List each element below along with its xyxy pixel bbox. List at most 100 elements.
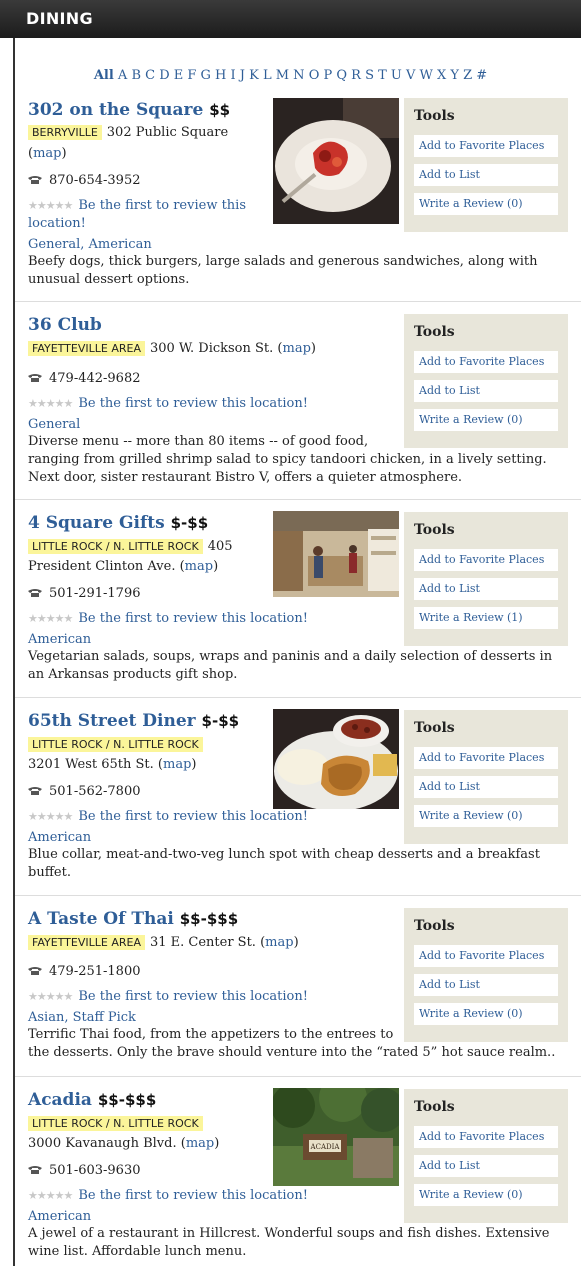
first-review-link[interactable]: Be the first to review this location! bbox=[78, 611, 308, 626]
phone-line: 870-654-3952 bbox=[28, 171, 141, 190]
tools-title: Tools bbox=[414, 108, 455, 124]
write-review-button[interactable]: Write a Review (0) bbox=[414, 1003, 558, 1025]
phone-number: 501-291-1796 bbox=[49, 586, 141, 601]
description-line: A jewel of a restaurant in Hillcrest. Wo… bbox=[28, 1226, 550, 1241]
address-text: 300 W. Dickson St. bbox=[149, 341, 274, 356]
listing-description: A jewel of a restaurant in Hillcrest. Wo… bbox=[28, 1225, 549, 1261]
address-text: 31 E. Center St. bbox=[149, 935, 256, 950]
rating-stars-icon: ★★★★★ bbox=[28, 990, 73, 1003]
tools-title: Tools bbox=[414, 324, 455, 340]
map-link[interactable]: map bbox=[186, 1136, 214, 1151]
category-links[interactable]: American bbox=[28, 632, 91, 647]
tools-title: Tools bbox=[414, 720, 455, 736]
map-link[interactable]: map bbox=[163, 757, 191, 772]
write-review-button[interactable]: Write a Review (1) bbox=[414, 607, 558, 629]
listing-name-link[interactable]: 36 Club bbox=[28, 315, 102, 335]
add-to-favorites-button[interactable]: Add to Favorite Places bbox=[414, 135, 558, 157]
write-review-button[interactable]: Write a Review (0) bbox=[414, 805, 558, 827]
add-to-favorites-button[interactable]: Add to Favorite Places bbox=[414, 1126, 558, 1148]
category-line: General, American bbox=[28, 235, 152, 254]
address-line: 3201 West 65th St. (map) bbox=[28, 757, 197, 772]
add-to-list-button[interactable]: Add to List bbox=[414, 1155, 558, 1177]
listing-title: 65th Street Diner $-$$ bbox=[28, 711, 239, 731]
phone-number: 870-654-3952 bbox=[49, 173, 141, 188]
category-links[interactable]: American bbox=[28, 1209, 91, 1224]
add-to-favorites-button[interactable]: Add to Favorite Places bbox=[414, 747, 558, 769]
category-links[interactable]: General bbox=[28, 417, 80, 432]
add-to-list-button[interactable]: Add to List bbox=[414, 380, 558, 402]
category-links[interactable]: General, American bbox=[28, 237, 152, 252]
price-range: $$-$$$ bbox=[97, 1091, 157, 1109]
listing-name-link[interactable]: 4 Square Gifts bbox=[28, 513, 165, 533]
add-to-list-button[interactable]: Add to List bbox=[414, 578, 558, 600]
add-to-list-button[interactable]: Add to List bbox=[414, 164, 558, 186]
category-line: General bbox=[28, 415, 80, 434]
map-link[interactable]: map bbox=[283, 341, 311, 356]
write-review-button[interactable]: Write a Review (0) bbox=[414, 409, 558, 431]
diner-plate-photo-image bbox=[273, 709, 399, 809]
phone-icon bbox=[28, 966, 42, 975]
location-line: BERRYVILLE 302 Public Square bbox=[28, 123, 228, 142]
description-line: Beefy dogs, thick burgers, large salads … bbox=[28, 254, 538, 269]
first-review-link[interactable]: Be the first to review this bbox=[78, 198, 246, 213]
alpha-letter-links[interactable]: A B C D E F G H I J K L M N O P Q R S T … bbox=[118, 68, 487, 83]
listing-name-link[interactable]: 302 on the Square bbox=[28, 100, 203, 120]
category-links[interactable]: American bbox=[28, 830, 91, 845]
section-header: DINING bbox=[0, 0, 581, 38]
add-to-favorites-button[interactable]: Add to Favorite Places bbox=[414, 945, 558, 967]
region-badge: LITTLE ROCK / N. LITTLE ROCK bbox=[28, 539, 203, 554]
phone-line: 479-251-1800 bbox=[28, 962, 141, 981]
rating-stars-icon: ★★★★★ bbox=[28, 397, 73, 410]
phone-icon bbox=[28, 786, 42, 795]
phone-icon bbox=[28, 373, 42, 382]
region-badge: LITTLE ROCK / N. LITTLE ROCK bbox=[28, 1116, 203, 1131]
listing-name-link[interactable]: 65th Street Diner bbox=[28, 711, 196, 731]
review-line: ★★★★★ Be the first to review this locatio… bbox=[28, 987, 308, 1006]
write-review-button[interactable]: Write a Review (0) bbox=[414, 1184, 558, 1206]
add-to-favorites-button[interactable]: Add to Favorite Places bbox=[414, 351, 558, 373]
map-link[interactable]: map bbox=[33, 146, 61, 161]
add-to-list-button[interactable]: Add to List bbox=[414, 776, 558, 798]
listing-acadia: Acadia $$-$$$ LITTLE ROCK / N. LITTLE RO… bbox=[15, 1077, 581, 1266]
listing-36-club: 36 Club FAYETTEVILLE AREA 300 W. Dickson … bbox=[15, 302, 581, 500]
review-line: ★★★★★ Be the first to review this locatio… bbox=[28, 807, 308, 826]
map-link[interactable]: map bbox=[185, 559, 213, 574]
listing-photo[interactable] bbox=[273, 709, 399, 809]
address-line: 3000 Kavanaugh Blvd. (map) bbox=[28, 1136, 220, 1151]
first-review-link[interactable]: Be the first to review this location! bbox=[78, 809, 308, 824]
first-review-link[interactable]: Be the first to review this location! bbox=[78, 989, 308, 1004]
listing-name-link[interactable]: A Taste Of Thai bbox=[28, 909, 174, 929]
phone-icon bbox=[28, 175, 42, 184]
add-to-favorites-button[interactable]: Add to Favorite Places bbox=[414, 549, 558, 571]
review-line: ★★★★★ Be the first to review this locatio… bbox=[28, 609, 308, 628]
add-to-list-button[interactable]: Add to List bbox=[414, 974, 558, 996]
first-review-link-cont[interactable]: location! bbox=[28, 216, 86, 231]
description-line: Next door, sister restaurant Bistro V, o… bbox=[28, 470, 463, 485]
listing-photo[interactable] bbox=[273, 98, 399, 224]
description-line: ranging from grilled shrimp salad to spi… bbox=[28, 452, 547, 467]
write-review-button[interactable]: Write a Review (0) bbox=[414, 193, 558, 215]
map-link[interactable]: map bbox=[265, 935, 293, 950]
tools-title: Tools bbox=[414, 918, 455, 934]
listing-title: 302 on the Square $$ bbox=[28, 100, 230, 120]
alpha-all-link[interactable]: All bbox=[94, 68, 114, 83]
listing-title: A Taste Of Thai $$-$$$ bbox=[28, 909, 238, 929]
listing-photo[interactable]: ACADIA bbox=[273, 1088, 399, 1186]
price-range: $-$$ bbox=[170, 514, 209, 532]
listing-4-square-gifts: 4 Square Gifts $-$$ LITTLE ROCK / N. LIT… bbox=[15, 500, 581, 698]
first-review-link[interactable]: Be the first to review this location! bbox=[78, 396, 308, 411]
description-line: unusual dessert options. bbox=[28, 272, 190, 287]
region-badge: LITTLE ROCK / N. LITTLE ROCK bbox=[28, 737, 203, 752]
address-text: 405 bbox=[207, 539, 233, 554]
category-links[interactable]: Asian, Staff Pick bbox=[28, 1010, 136, 1025]
address-text: 302 Public Square bbox=[106, 125, 229, 140]
first-review-link[interactable]: Be the first to review this location! bbox=[78, 1188, 308, 1203]
tools-panel: Tools Add to Favorite Places Add to List… bbox=[404, 908, 568, 1042]
listing-photo[interactable] bbox=[273, 511, 399, 597]
listing-name-link[interactable]: Acadia bbox=[28, 1090, 92, 1110]
tools-panel: Tools Add to Favorite Places Add to List… bbox=[404, 1089, 568, 1223]
phone-line: 501-603-9630 bbox=[28, 1161, 141, 1180]
category-line: American bbox=[28, 1207, 91, 1226]
rating-stars-icon: ★★★★★ bbox=[28, 1189, 73, 1202]
phone-number: 479-251-1800 bbox=[49, 964, 141, 979]
